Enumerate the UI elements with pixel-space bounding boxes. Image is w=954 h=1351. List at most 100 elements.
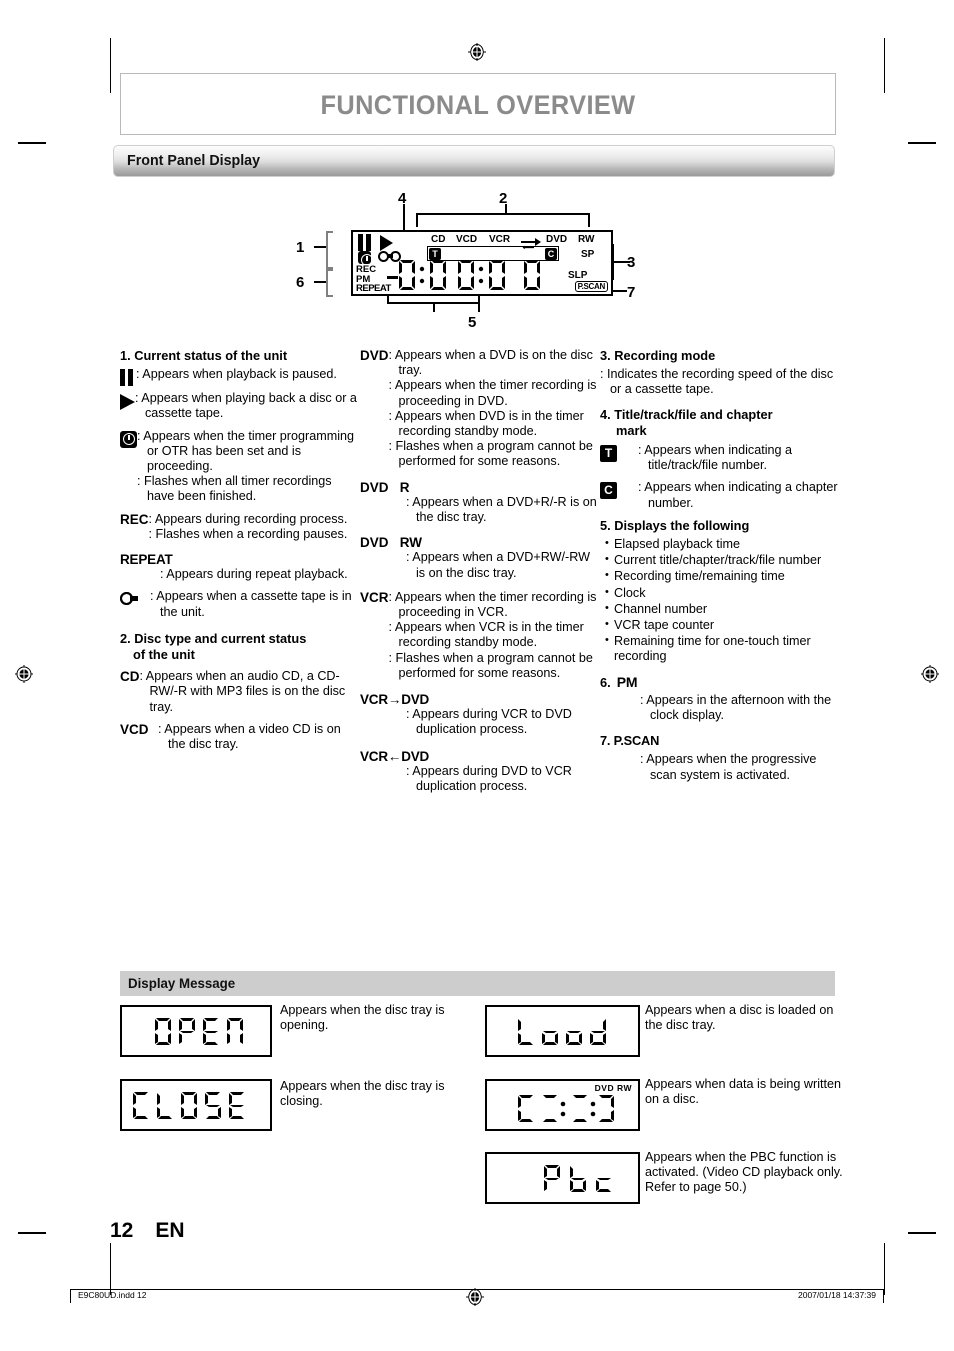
col1-heading: 1. Current status of the unit xyxy=(120,348,288,363)
crop-mark-bottom-right xyxy=(884,1243,885,1295)
message-screen-open xyxy=(120,1005,272,1057)
footer-timestamp: 2007/01/18 14:37:39 xyxy=(798,1290,876,1300)
seg-text-load xyxy=(518,1019,606,1045)
col1-item-vcd: VCD : Appears when a video CD is on the … xyxy=(120,722,360,752)
col3-heading5: 5. Displays the following xyxy=(600,517,750,533)
column-3: 3. Recording mode : Indicates the record… xyxy=(600,348,840,783)
page-language: EN xyxy=(155,1219,185,1242)
callout-7: 7 xyxy=(627,284,636,301)
message-screen-load xyxy=(485,1005,640,1057)
lcd-pscan-indicator: P.SCAN xyxy=(574,281,608,292)
col1-item-play: : Appears when playing back a disc or a … xyxy=(120,391,360,421)
play-icon xyxy=(380,235,394,251)
chapter-badge-key: C xyxy=(600,480,638,510)
col3-heading6-number: 6. xyxy=(600,674,611,690)
col2-item-dvdrw: DVD RW : Appears when a DVD+RW/-RW is on… xyxy=(360,535,598,581)
vcr-label-key: VCR xyxy=(360,589,389,605)
col3-heading7: 7. P.SCAN xyxy=(600,733,660,749)
col2-item-dvd-to-vcr: VCR←DVD : Appears during DVD to VCR dupl… xyxy=(360,749,598,795)
title-badge-key: T xyxy=(600,443,638,473)
col2-item-dvd: DVD : Appears when a DVD is on the disc … xyxy=(360,348,598,470)
seg-text-writing xyxy=(518,1095,614,1122)
clock-icon xyxy=(120,430,137,448)
col1-item-pause: : Appears when playback is paused. xyxy=(120,367,360,387)
footer-filename: E9C80UD.indd 12 xyxy=(78,1290,147,1300)
crop-mark-right-bottom xyxy=(908,1232,936,1234)
col2-item-dvd-to-vcr-desc: : Appears during DVD to VCR duplication … xyxy=(406,763,572,794)
message-desc-load: Appears when a disc is loaded on the dis… xyxy=(645,1003,834,1033)
list-item: Recording time/remaining time xyxy=(605,568,840,584)
lcd-pause-play-group xyxy=(358,234,394,252)
col2-item-vcr-desc: : Appears when the timer recording is pr… xyxy=(388,589,597,680)
cassette-icon-key xyxy=(120,589,150,619)
col1-item-cassette: : Appears when a cassette tape is in the… xyxy=(120,589,360,619)
list-item: VCR tape counter xyxy=(605,617,840,633)
col3-desc6: : Appears in the afternoon with the cloc… xyxy=(640,692,832,723)
seg-text-pbc xyxy=(544,1165,611,1192)
message-desc-open: Appears when the disc tray is opening. xyxy=(280,1003,445,1033)
front-panel-lcd-diagram: 1 2 3 4 5 6 7 REC PM REPEAT CD VCD VCR D… xyxy=(296,182,660,332)
manual-page: FUNCTIONAL OVERVIEW Front Panel Display … xyxy=(0,0,954,1351)
page-number-block: 12 EN xyxy=(110,1219,185,1243)
page-title-box: FUNCTIONAL OVERVIEW xyxy=(120,73,836,135)
leader-line-3 xyxy=(614,261,630,263)
crop-mark-bottom-left xyxy=(110,1243,111,1295)
lcd-sp-indicator: SP xyxy=(581,249,595,260)
registration-mark-bottom xyxy=(466,1288,484,1306)
col1-item-timer: : Appears when the timer programming or … xyxy=(120,429,360,505)
seven-segment-digits xyxy=(399,260,540,290)
bracket-1 xyxy=(326,231,328,268)
crop-mark-left-bottom xyxy=(18,1232,46,1234)
leader-line-5b xyxy=(433,302,435,312)
col3-rec-mode-desc: : Indicates the recording speed of the d… xyxy=(600,367,834,397)
dvd-r-label-key: DVD R xyxy=(360,479,410,495)
vcd-label-key: VCD xyxy=(120,721,149,737)
list-item: Elapsed playback time xyxy=(605,536,840,552)
col2-item-dvdr: DVD R : Appears when a DVD+R/-R is on th… xyxy=(360,480,598,526)
col1-item-cd-desc: : Appears when an audio CD, a CD-RW/-R w… xyxy=(139,669,346,714)
pause-icon-key xyxy=(120,367,136,387)
section-header-label: Display Message xyxy=(128,975,236,991)
col2-item-vcr-to-dvd: VCR→DVD : Appears during VCR to DVD dupl… xyxy=(360,692,598,738)
callout-6: 6 xyxy=(296,274,305,291)
col2-item-dvdr-desc: : Appears when a DVD+R/-R is on the disc… xyxy=(406,494,597,525)
callout-5: 5 xyxy=(468,314,477,331)
col1-item-vcd-desc: : Appears when a video CD is on the disc… xyxy=(158,721,341,752)
message-screen-pbc xyxy=(485,1152,640,1204)
pause-icon xyxy=(358,234,374,251)
column-1: 1. Current status of the unit : Appears … xyxy=(120,348,360,759)
col3-heading4-line1: 4. Title/track/file and chapter xyxy=(600,406,773,422)
section-header-front-panel-display: Front Panel Display xyxy=(113,145,835,177)
registration-mark-top xyxy=(468,43,486,61)
bracket-6-bot xyxy=(326,295,333,297)
column-2: DVD : Appears when a DVD is on the disc … xyxy=(360,348,598,794)
leader-line-1 xyxy=(314,246,326,248)
vcr-to-dvd-label-key: VCR→DVD xyxy=(360,692,430,708)
crop-mark-top-right xyxy=(884,38,885,93)
play-icon-key xyxy=(120,391,135,421)
col1-item-cd: CD : Appears when an audio CD, a CD-RW/-… xyxy=(120,669,360,715)
title-badge-icon: T xyxy=(600,445,617,463)
crop-mark-top-left xyxy=(110,38,111,93)
col1-heading2-line2: of the unit xyxy=(133,647,195,663)
col1-item-cassette-desc: : Appears when a cassette tape is in the… xyxy=(150,589,352,619)
cd-label-key: CD xyxy=(120,669,140,685)
col2-item-dvd-desc: : Appears when a DVD is on the disc tray… xyxy=(388,348,597,469)
registration-mark-right xyxy=(921,665,939,683)
seg-text-open xyxy=(155,1018,243,1045)
list-item: Remaining time for one-touch timer recor… xyxy=(605,633,840,664)
cassette-icon xyxy=(120,592,150,606)
bracket-2 xyxy=(416,213,590,215)
col1-item-pause-desc: : Appears when playback is paused. xyxy=(136,367,337,382)
footer-tick-left xyxy=(70,1289,71,1303)
list-item: Clock xyxy=(605,585,840,601)
col1-item-timer-desc: : Appears when the timer programming or … xyxy=(137,428,354,504)
pm-label-key: PM xyxy=(616,673,638,690)
col3-bullets: Elapsed playback time Current title/chap… xyxy=(600,536,840,665)
pause-icon xyxy=(120,369,136,387)
leader-line-6 xyxy=(314,281,326,283)
lcd-vcr-indicator: VCR xyxy=(489,234,511,245)
clock-icon xyxy=(358,251,373,266)
dvd-label-key: DVD xyxy=(360,348,389,363)
col3-item-chapter-mark-desc: : Appears when indicating a chapter numb… xyxy=(638,480,838,510)
